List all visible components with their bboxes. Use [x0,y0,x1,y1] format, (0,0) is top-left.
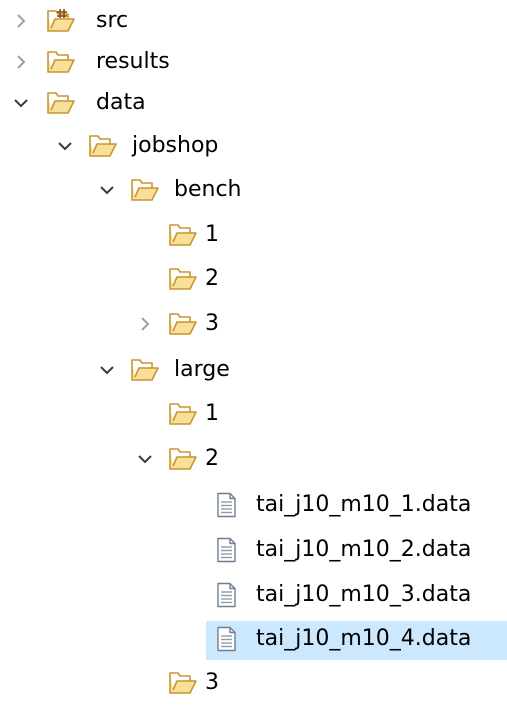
tree-item-label: 3 [205,311,219,336]
folder-icon [130,357,160,383]
project-explorer-tree: src results data jobshop bench 1 2 3 lar… [0,0,507,705]
tree-item-label: 3 [205,670,219,695]
folder-icon [168,446,198,472]
chevron-down-icon[interactable] [96,359,118,381]
text-file-icon [212,492,242,518]
tree-item-jobshop[interactable]: jobshop [0,127,507,167]
tree-item-data[interactable]: data [0,84,507,124]
folder-icon [88,133,118,159]
tree-item-large[interactable]: large [0,351,507,391]
tree-item-label: jobshop [132,133,219,158]
chevron-right-icon[interactable] [10,51,32,73]
tree-item-bench-2[interactable]: 2 [0,260,507,300]
chevron-down-icon[interactable] [134,448,156,470]
tree-item-label: 2 [205,446,219,471]
tree-item-label: tai_j10_m10_2.data [256,537,472,562]
tree-item-label: bench [174,177,242,202]
folder-icon [168,311,198,337]
tree-item-label: tai_j10_m10_3.data [256,582,472,607]
chevron-right-icon[interactable] [134,313,156,335]
tree-item-bench-3[interactable]: 3 [0,305,507,345]
folder-icon [168,401,198,427]
text-file-icon [212,582,242,608]
tree-item-file[interactable]: tai_j10_m10_3.data [0,576,507,616]
chevron-down-icon[interactable] [54,135,76,157]
tree-item-label: src [96,8,129,33]
folder-icon [46,49,76,75]
tree-item-file[interactable]: tai_j10_m10_1.data [0,486,507,526]
text-file-icon [212,626,242,652]
folder-icon [168,222,198,248]
tree-item-label: results [96,49,170,74]
folder-icon [168,670,198,696]
chevron-down-icon[interactable] [96,179,118,201]
tree-item-bench[interactable]: bench [0,171,507,211]
tree-item-results[interactable]: results [0,43,507,83]
tree-item-file[interactable]: tai_j10_m10_2.data [0,531,507,571]
tree-item-label: tai_j10_m10_4.data [256,626,472,651]
tree-item-file-selected[interactable]: tai_j10_m10_4.data [0,620,507,660]
tree-item-label: 1 [205,222,219,247]
folder-icon [168,266,198,292]
text-file-icon [212,537,242,563]
tree-item-large-1[interactable]: 1 [0,395,507,435]
tree-item-label: 1 [205,401,219,426]
tree-item-large-3[interactable]: 3 [0,664,507,704]
tree-item-label: 2 [205,266,219,291]
tree-item-label: tai_j10_m10_1.data [256,492,472,517]
tree-item-label: data [96,90,146,115]
tree-item-large-2[interactable]: 2 [0,440,507,480]
tree-item-label: large [174,357,230,382]
folder-icon [46,90,76,116]
source-folder-icon [46,8,76,34]
folder-icon [130,177,160,203]
tree-item-src[interactable]: src [0,2,507,42]
chevron-down-icon[interactable] [10,92,32,114]
tree-item-bench-1[interactable]: 1 [0,216,507,256]
chevron-right-icon[interactable] [10,10,32,32]
